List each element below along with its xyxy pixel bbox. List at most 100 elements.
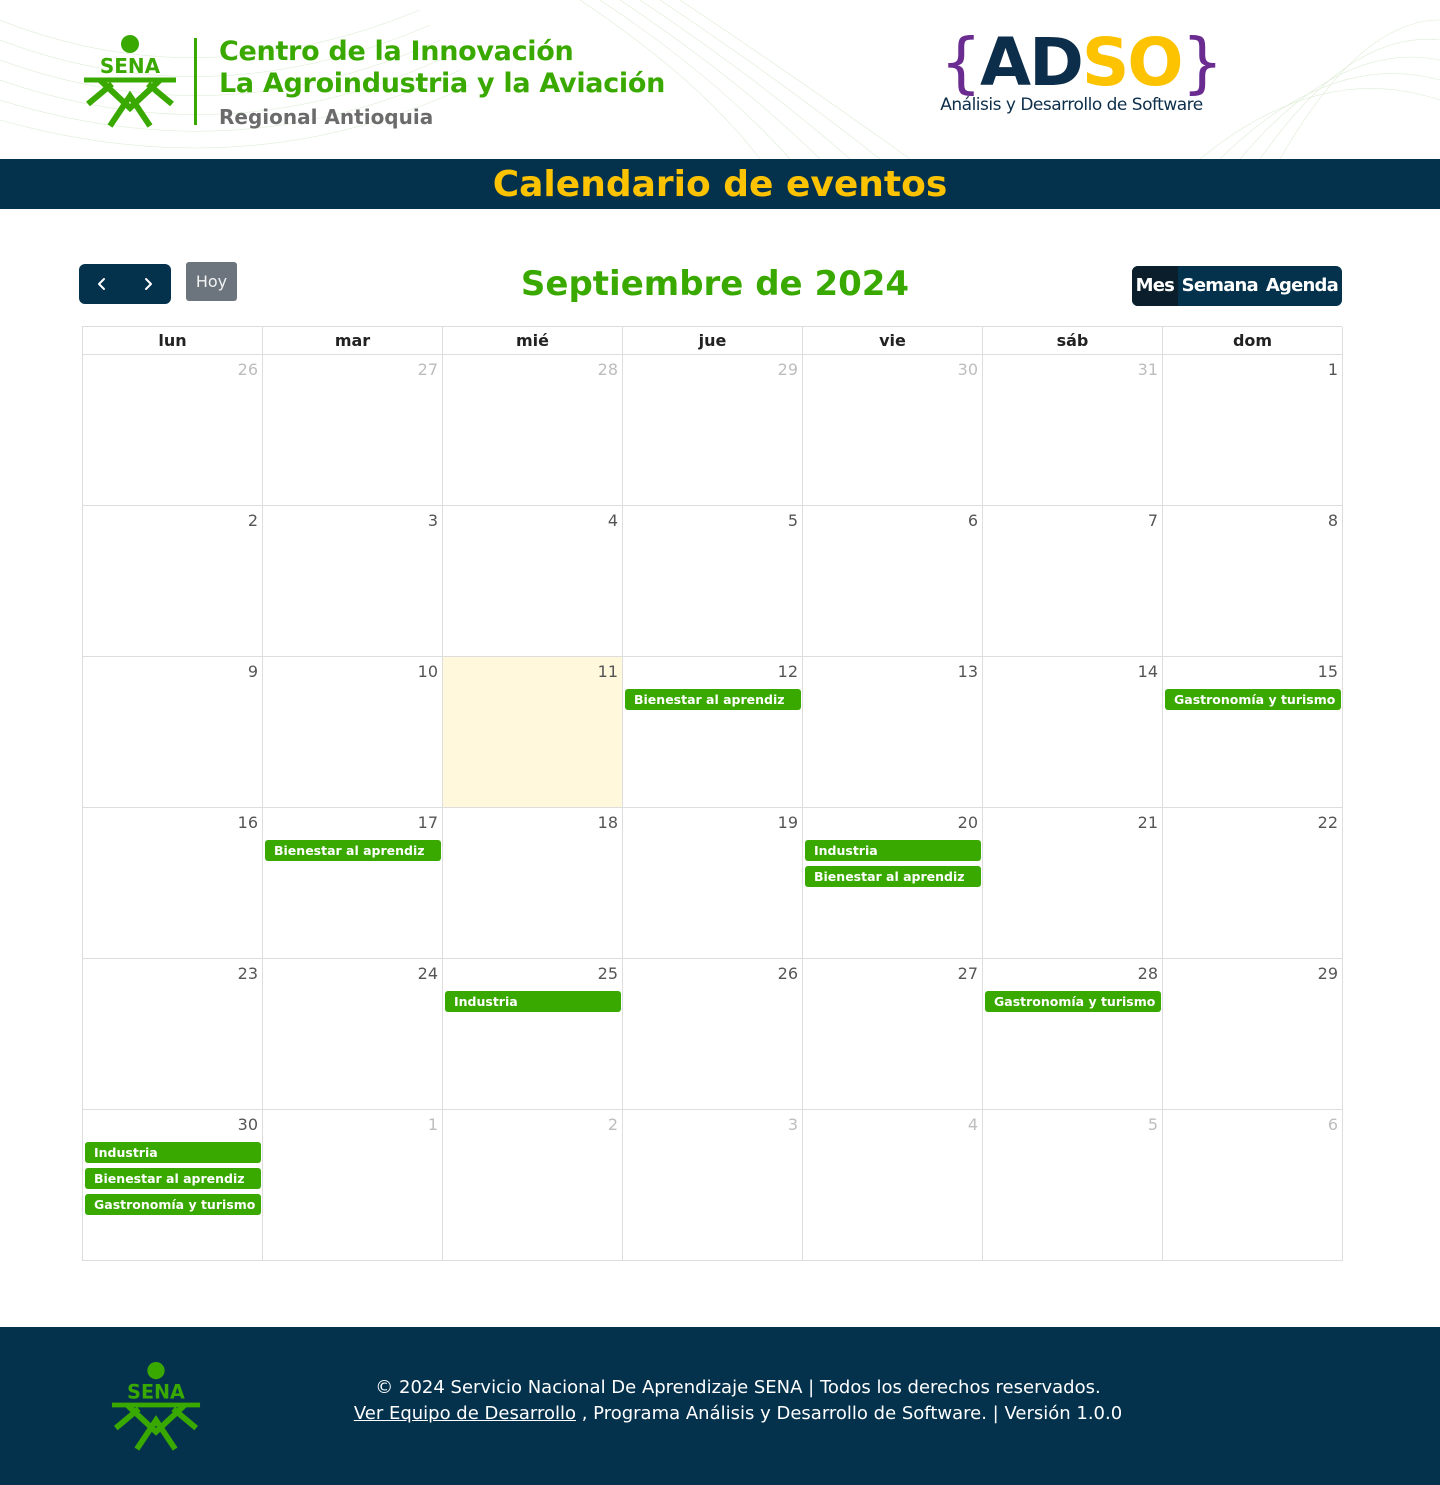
day-number: 27 bbox=[417, 360, 438, 379]
day-cell[interactable]: 17 Bienestar al aprendiz bbox=[263, 808, 443, 959]
day-number: 23 bbox=[237, 964, 258, 983]
day-cell[interactable]: 6 bbox=[1163, 1110, 1343, 1261]
day-number: 5 bbox=[787, 511, 798, 530]
day-number: 4 bbox=[607, 511, 618, 530]
day-cell[interactable]: 10 bbox=[263, 657, 443, 808]
day-cell[interactable]: 12 Bienestar al aprendiz bbox=[623, 657, 803, 808]
day-events: Gastronomía y turismo bbox=[985, 991, 1161, 1017]
previous-month-button[interactable] bbox=[79, 264, 125, 304]
day-cell[interactable]: 2 bbox=[83, 506, 263, 657]
day-cell[interactable]: 11 bbox=[443, 657, 623, 808]
day-number: 14 bbox=[1137, 662, 1158, 681]
day-cell[interactable]: 31 bbox=[983, 355, 1163, 506]
day-number: 6 bbox=[967, 511, 978, 530]
event-item[interactable]: Gastronomía y turismo bbox=[1165, 689, 1341, 710]
day-cell[interactable]: 3 bbox=[623, 1110, 803, 1261]
view-month-button[interactable]: Mes bbox=[1132, 266, 1178, 306]
day-number: 5 bbox=[1147, 1115, 1158, 1134]
footer-copyright: © 2024 Servicio Nacional De Aprendizaje … bbox=[375, 1377, 1101, 1398]
event-item[interactable]: Industria bbox=[445, 991, 621, 1012]
day-cell[interactable]: 1 bbox=[1163, 355, 1343, 506]
day-cell[interactable]: 27 bbox=[263, 355, 443, 506]
day-cell[interactable]: 9 bbox=[83, 657, 263, 808]
day-number: 7 bbox=[1147, 511, 1158, 530]
event-item[interactable]: Bienestar al aprendiz bbox=[85, 1168, 261, 1189]
adso-subtitle: Análisis y Desarrollo de Software bbox=[940, 95, 1203, 115]
day-cell[interactable]: 28 Gastronomía y turismo bbox=[983, 959, 1163, 1110]
day-cell[interactable]: 13 bbox=[803, 657, 983, 808]
weekday-sab: sáb bbox=[983, 327, 1163, 355]
day-cell[interactable]: 5 bbox=[623, 506, 803, 657]
next-month-button[interactable] bbox=[125, 264, 171, 304]
day-cell[interactable]: 8 bbox=[1163, 506, 1343, 657]
dev-team-link[interactable]: Ver Equipo de Desarrollo bbox=[354, 1403, 576, 1424]
day-cell[interactable]: 1 bbox=[263, 1110, 443, 1261]
day-number: 2 bbox=[247, 511, 258, 530]
day-cell[interactable]: 6 bbox=[803, 506, 983, 657]
day-cell[interactable]: 23 bbox=[83, 959, 263, 1110]
day-cell[interactable]: 26 bbox=[83, 355, 263, 506]
event-item[interactable]: Gastronomía y turismo bbox=[985, 991, 1161, 1012]
event-item[interactable]: Bienestar al aprendiz bbox=[625, 689, 801, 710]
event-item[interactable]: Industria bbox=[805, 840, 981, 861]
day-cell[interactable]: 7 bbox=[983, 506, 1163, 657]
day-cell[interactable]: 19 bbox=[623, 808, 803, 959]
day-cell[interactable]: 20 Industria Bienestar al aprendiz bbox=[803, 808, 983, 959]
day-number: 21 bbox=[1137, 813, 1158, 832]
day-number: 15 bbox=[1317, 662, 1338, 681]
event-item[interactable]: Industria bbox=[85, 1142, 261, 1163]
today-button[interactable]: Hoy bbox=[186, 262, 237, 301]
day-number: 1 bbox=[1327, 360, 1338, 379]
event-item[interactable]: Gastronomía y turismo bbox=[85, 1194, 261, 1215]
event-item[interactable]: Bienestar al aprendiz bbox=[805, 866, 981, 887]
day-cell[interactable]: 29 bbox=[1163, 959, 1343, 1110]
weekday-vie: vie bbox=[803, 327, 983, 355]
view-week-button[interactable]: Semana bbox=[1178, 266, 1262, 306]
org-line-1: Centro de la Innovación bbox=[219, 36, 574, 67]
day-cell[interactable]: 2 bbox=[443, 1110, 623, 1261]
footer-program-line: Ver Equipo de Desarrollo , Programa Anál… bbox=[300, 1401, 1176, 1427]
event-item[interactable]: Bienestar al aprendiz bbox=[265, 840, 441, 861]
day-number: 6 bbox=[1327, 1115, 1338, 1134]
weekday-lun: lun bbox=[83, 327, 263, 355]
day-number: 16 bbox=[237, 813, 258, 832]
day-cell[interactable]: 4 bbox=[803, 1110, 983, 1261]
organization-name: Centro de la Innovación La Agroindustria… bbox=[219, 36, 665, 132]
day-cell[interactable]: 26 bbox=[623, 959, 803, 1110]
title-bar: Calendario de eventos bbox=[0, 159, 1440, 209]
day-cell[interactable]: 4 bbox=[443, 506, 623, 657]
brand-divider bbox=[194, 38, 197, 125]
day-cell[interactable]: 21 bbox=[983, 808, 1163, 959]
day-number: 4 bbox=[967, 1115, 978, 1134]
day-cell[interactable]: 14 bbox=[983, 657, 1163, 808]
day-number: 24 bbox=[417, 964, 438, 983]
weekday-jue: jue bbox=[623, 327, 803, 355]
day-cell[interactable]: 25 Industria bbox=[443, 959, 623, 1110]
svg-text:SENA: SENA bbox=[100, 54, 161, 78]
day-cell[interactable]: 16 bbox=[83, 808, 263, 959]
day-cell[interactable]: 30 Industria Bienestar al aprendiz Gastrono… bbox=[83, 1110, 263, 1261]
day-cell[interactable]: 5 bbox=[983, 1110, 1163, 1261]
day-number: 18 bbox=[597, 813, 618, 832]
footer-text: © 2024 Servicio Nacional De Aprendizaje … bbox=[300, 1375, 1176, 1427]
header-wave-pattern bbox=[0, 0, 1440, 159]
day-events: Bienestar al aprendiz bbox=[625, 689, 801, 715]
day-cell[interactable]: 22 bbox=[1163, 808, 1343, 959]
day-cell[interactable]: 29 bbox=[623, 355, 803, 506]
sena-logo-icon: SENA bbox=[111, 1361, 201, 1451]
view-agenda-button[interactable]: Agenda bbox=[1262, 266, 1342, 306]
day-cell[interactable]: 18 bbox=[443, 808, 623, 959]
day-cell[interactable]: 28 bbox=[443, 355, 623, 506]
day-cell[interactable]: 27 bbox=[803, 959, 983, 1110]
day-number: 10 bbox=[417, 662, 438, 681]
day-number: 26 bbox=[777, 964, 798, 983]
day-number: 12 bbox=[777, 662, 798, 681]
day-cell[interactable]: 30 bbox=[803, 355, 983, 506]
day-cell[interactable]: 3 bbox=[263, 506, 443, 657]
month-title: Septiembre de 2024 bbox=[520, 264, 910, 304]
chevron-right-icon bbox=[145, 278, 152, 290]
day-cell[interactable]: 24 bbox=[263, 959, 443, 1110]
day-cell[interactable]: 15 Gastronomía y turismo bbox=[1163, 657, 1343, 808]
day-number: 30 bbox=[957, 360, 978, 379]
day-events: Industria Bienestar al aprendiz Gastronomí… bbox=[85, 1142, 261, 1220]
